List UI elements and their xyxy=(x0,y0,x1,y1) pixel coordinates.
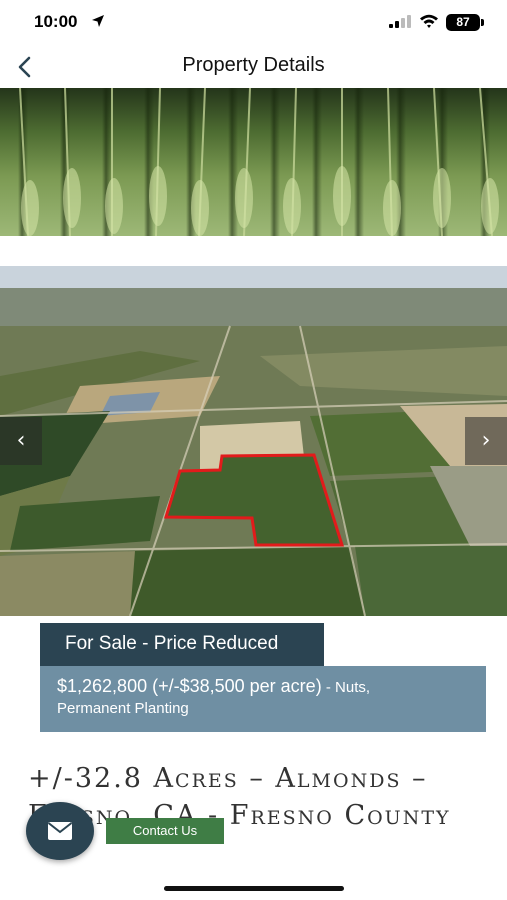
aerial-property-photo[interactable] xyxy=(0,266,507,616)
status-time: 10:00 xyxy=(34,12,78,31)
signal-icon xyxy=(389,15,411,28)
page-title: Property Details xyxy=(182,54,325,76)
chevron-left-icon: ‹ xyxy=(16,428,26,453)
battery-tip xyxy=(481,19,484,26)
listing-category: - Nuts, xyxy=(321,679,371,696)
status-bar: 10:00 87 xyxy=(0,0,507,44)
property-title: +/-32.8 Acres – Almonds – Fresno, CA - F… xyxy=(28,763,451,831)
price-box: $1,262,800 (+/-$38,500 per acre) - Nuts,… xyxy=(40,666,486,732)
contact-us-button[interactable]: Contact Us xyxy=(106,818,224,844)
listing-category-continued: Permanent Planting xyxy=(57,700,189,717)
chevron-right-icon: › xyxy=(481,428,491,453)
wifi-icon xyxy=(420,14,438,28)
listing-price: $1,262,800 (+/-$38,500 per acre) xyxy=(57,676,322,696)
carousel-next-button[interactable]: › xyxy=(465,417,507,465)
cornfield-banner-image xyxy=(0,88,507,236)
status-badge: For Sale - Price Reduced xyxy=(40,623,324,666)
location-arrow-icon xyxy=(92,15,104,27)
battery-indicator: 87 xyxy=(446,14,480,31)
mail-icon xyxy=(47,822,73,840)
contact-fab-button[interactable] xyxy=(26,802,94,860)
carousel-prev-button[interactable]: ‹ xyxy=(0,417,42,465)
home-indicator xyxy=(164,886,344,891)
